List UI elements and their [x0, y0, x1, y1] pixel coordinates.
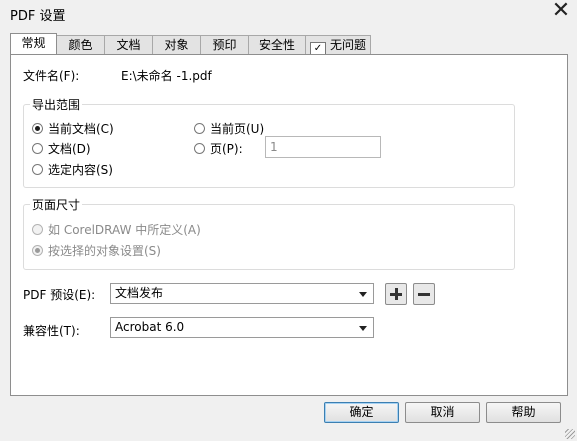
tab-document[interactable]: 文档 — [104, 35, 153, 54]
radio-pages[interactable]: 页(P): — [194, 140, 243, 157]
help-button[interactable]: 帮助 — [486, 402, 561, 423]
add-preset-button[interactable] — [385, 283, 407, 305]
window-title: PDF 设置 — [10, 9, 66, 24]
pdf-preset-label: PDF 预设(E): — [23, 288, 96, 302]
pages-input[interactable]: 1 — [265, 136, 381, 158]
radio-as-defined[interactable]: 如 CorelDRAW 中所定义(A) — [32, 221, 201, 238]
radio-current-page[interactable]: 当前页(U) — [194, 120, 264, 137]
chevron-down-icon — [359, 326, 367, 331]
radio-current-document[interactable]: 当前文档(C) — [32, 120, 114, 137]
radio-selection[interactable]: 选定内容(S) — [32, 161, 113, 178]
cancel-button[interactable]: 取消 — [405, 402, 480, 423]
compatibility-select[interactable]: Acrobat 6.0 — [110, 317, 374, 338]
minus-icon — [418, 293, 430, 296]
tab-prepress[interactable]: 预印 — [200, 35, 249, 54]
tab-general[interactable]: 常规 — [10, 33, 57, 54]
page-size-title: 页面尺寸 — [30, 196, 83, 213]
export-range-title: 导出范围 — [30, 96, 83, 113]
tab-objects[interactable]: 对象 — [152, 35, 201, 54]
resize-grip[interactable] — [565, 429, 575, 439]
radio-documents[interactable]: 文档(D) — [32, 140, 91, 157]
remove-preset-button[interactable] — [413, 283, 435, 305]
pdf-preset-select[interactable]: 文档发布 — [110, 283, 374, 304]
filename-label: 文件名(F): — [23, 69, 80, 83]
tab-no-issues[interactable]: ✓ 无问题 — [305, 35, 371, 57]
filename-value: E:\未命名 -1.pdf — [121, 69, 212, 83]
tab-security[interactable]: 安全性 — [248, 35, 306, 54]
compatibility-label: 兼容性(T): — [23, 324, 80, 338]
ok-button[interactable]: 确定 — [324, 402, 399, 423]
close-icon[interactable]: ✕ — [549, 0, 573, 24]
radio-by-selected-object[interactable]: 按选择的对象设置(S) — [32, 242, 161, 259]
chevron-down-icon — [359, 292, 367, 297]
tab-color[interactable]: 颜色 — [56, 35, 105, 54]
